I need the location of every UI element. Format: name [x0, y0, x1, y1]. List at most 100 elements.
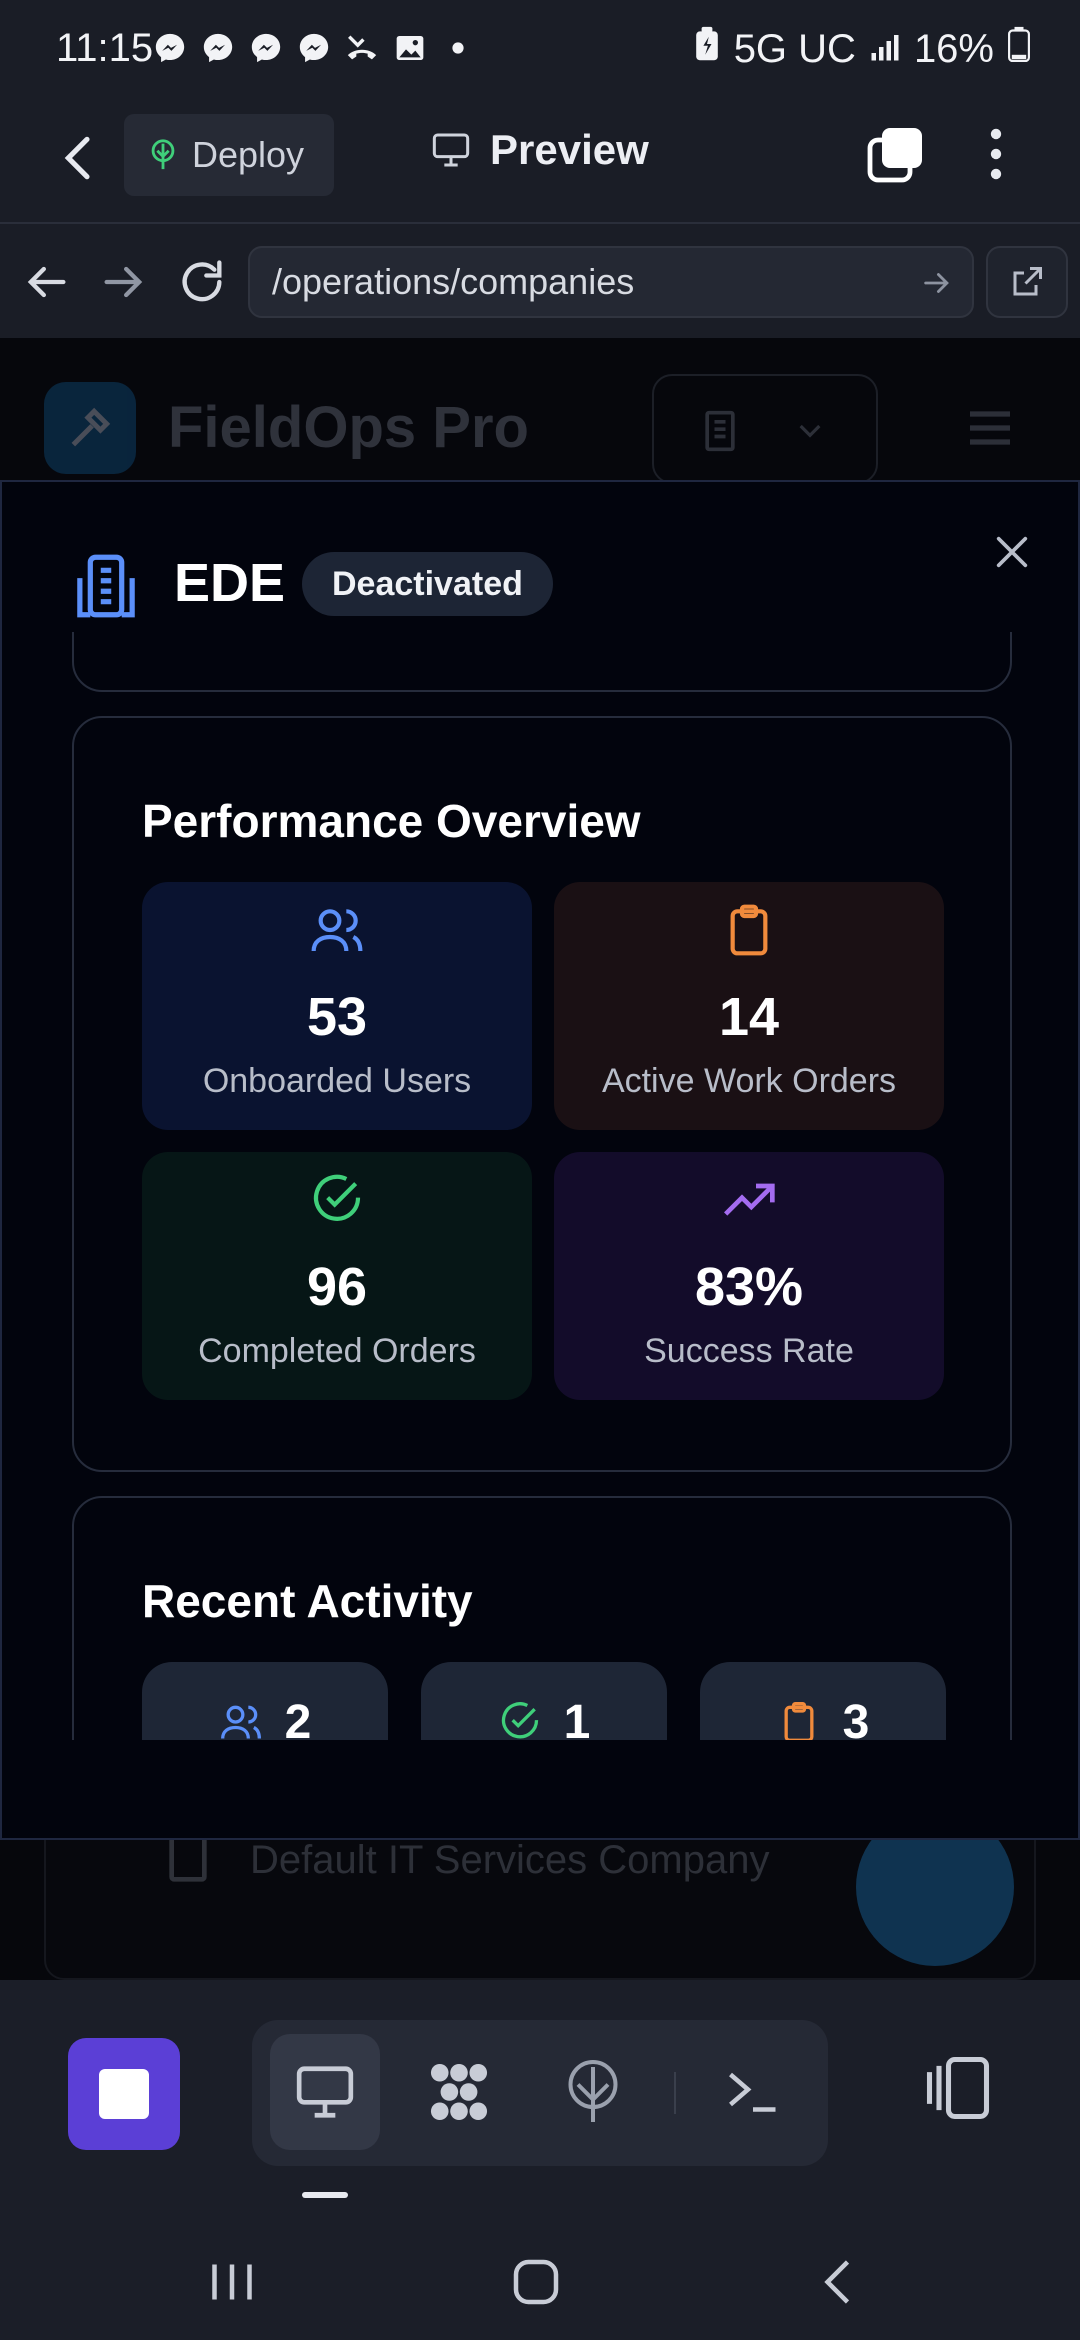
reload-icon — [182, 260, 222, 302]
go-arrow-icon[interactable] — [920, 266, 954, 300]
stat-completed-orders: 96 Completed Orders — [142, 1152, 532, 1400]
divider — [674, 2072, 676, 2114]
users-icon — [311, 909, 363, 952]
deploy-button[interactable]: Deploy — [124, 114, 334, 196]
activity-users[interactable]: 2 — [142, 1662, 388, 1740]
system-back-button[interactable] — [810, 2252, 870, 2312]
messenger-icon — [248, 30, 284, 66]
app-toolbar: Deploy Preview — [0, 104, 1080, 224]
network-type: 5G UC — [733, 26, 856, 71]
stop-icon — [99, 2069, 149, 2119]
stat-success-rate: 83% Success Rate — [554, 1152, 944, 1400]
tabs-button[interactable] — [866, 124, 926, 184]
arrow-left-icon — [27, 266, 66, 298]
preview-tab[interactable]: Preview — [430, 126, 649, 174]
nav-forward-button[interactable] — [98, 256, 150, 308]
external-link-icon — [1013, 267, 1042, 296]
building-icon — [705, 410, 735, 452]
active-indicator — [302, 2192, 348, 2198]
stat-label: Active Work Orders — [601, 1062, 897, 1100]
activity-count: 2 — [284, 1695, 312, 1741]
trending-up-icon — [724, 1183, 775, 1216]
recent-apps-button[interactable] — [202, 2252, 262, 2312]
recents-icon — [212, 2264, 252, 2300]
stat-value: 83% — [694, 1257, 804, 1317]
messenger-icon — [200, 30, 236, 66]
company-name: Default IT Services Company — [250, 1838, 770, 1882]
messenger-icon — [152, 30, 188, 66]
deploy-view-button[interactable] — [538, 2034, 648, 2150]
activity-completed[interactable]: 1 — [421, 1662, 667, 1740]
stat-onboarded-users: 53 Onboarded Users — [142, 882, 532, 1130]
nav-back-button[interactable] — [20, 256, 72, 308]
chevron-left-icon — [64, 136, 90, 180]
signal-icon — [870, 27, 900, 72]
company-selector[interactable] — [652, 374, 878, 484]
system-navigation — [0, 2220, 1080, 2340]
terminal-view-button[interactable] — [698, 2034, 808, 2150]
clock: 11:15 — [56, 26, 154, 70]
check-circle-icon — [501, 1702, 538, 1739]
recent-activity-card: Recent Activity 2 1 3 — [72, 1496, 1012, 1740]
battery-saver-icon — [694, 26, 720, 72]
gallery-icon — [392, 30, 428, 66]
app-logo — [44, 382, 136, 474]
dot-icon — [440, 30, 476, 66]
close-icon[interactable] — [992, 532, 1032, 572]
status-right: 5G UC 16% — [694, 26, 1030, 72]
battery-icon — [1008, 26, 1030, 72]
modal-title: EDE — [174, 553, 286, 613]
building-icon — [77, 554, 135, 618]
app-title: FieldOps Pro — [168, 395, 529, 460]
company-detail-modal: EDE Deactivated Performance Overview 53 … — [0, 480, 1080, 1840]
stat-active-work-orders: 14 Active Work Orders — [554, 882, 944, 1130]
modal-header: EDE Deactivated — [2, 482, 1078, 652]
url-input[interactable]: /operations/companies — [248, 246, 974, 318]
menu-icon — [970, 411, 1010, 445]
preview-label: Preview — [490, 126, 649, 173]
more-vertical-icon — [990, 128, 1002, 180]
activity-work-orders[interactable]: 3 — [700, 1662, 946, 1740]
section-title: Performance Overview — [142, 795, 641, 847]
home-button[interactable] — [506, 2252, 566, 2312]
stat-label: Onboarded Users — [202, 1062, 472, 1100]
status-bar: 11:15 5G UC 16% — [0, 0, 1080, 104]
modal-body-scroll[interactable]: Performance Overview 53 Onboarded Users … — [2, 632, 1078, 1740]
preview-view-button[interactable] — [270, 2034, 380, 2150]
notification-icons — [152, 30, 476, 66]
clipboard-icon — [784, 1702, 814, 1740]
previous-card — [72, 632, 1012, 692]
stat-label: Success Rate — [644, 1332, 854, 1370]
open-external-button[interactable] — [986, 246, 1068, 318]
battery-percent: 16% — [913, 26, 994, 71]
reload-button[interactable] — [176, 256, 228, 308]
url-text: /operations/companies — [272, 261, 635, 302]
workspace-view-button[interactable] — [404, 2034, 514, 2150]
messenger-icon — [296, 30, 332, 66]
deploy-tree-icon — [568, 2060, 618, 2122]
home-icon — [513, 2259, 559, 2305]
tools-icon — [71, 407, 111, 447]
hamburger-menu-button[interactable] — [966, 408, 1014, 448]
arrow-right-icon — [104, 266, 143, 298]
chevron-left-icon — [824, 2260, 850, 2304]
stat-label: Completed Orders — [198, 1332, 476, 1370]
back-button[interactable] — [52, 130, 108, 186]
monitor-icon — [296, 2066, 354, 2118]
stop-button[interactable] — [68, 2038, 180, 2150]
stat-value: 96 — [306, 1257, 368, 1317]
grid-blob-icon — [430, 2063, 488, 2121]
chevron-down-icon — [799, 424, 821, 438]
activity-count: 3 — [842, 1695, 870, 1741]
monitor-icon — [432, 133, 470, 167]
status-badge: Deactivated — [302, 552, 553, 616]
check-circle-icon — [313, 1174, 361, 1221]
stat-value: 14 — [718, 987, 780, 1047]
layout-toggle-button[interactable] — [920, 2050, 996, 2126]
section-title: Recent Activity — [142, 1575, 473, 1627]
overflow-menu-button[interactable] — [976, 124, 1016, 184]
users-icon — [220, 1705, 261, 1739]
panel-layout-icon — [926, 2056, 990, 2120]
view-switcher — [252, 2020, 828, 2166]
activity-count: 1 — [563, 1695, 591, 1741]
